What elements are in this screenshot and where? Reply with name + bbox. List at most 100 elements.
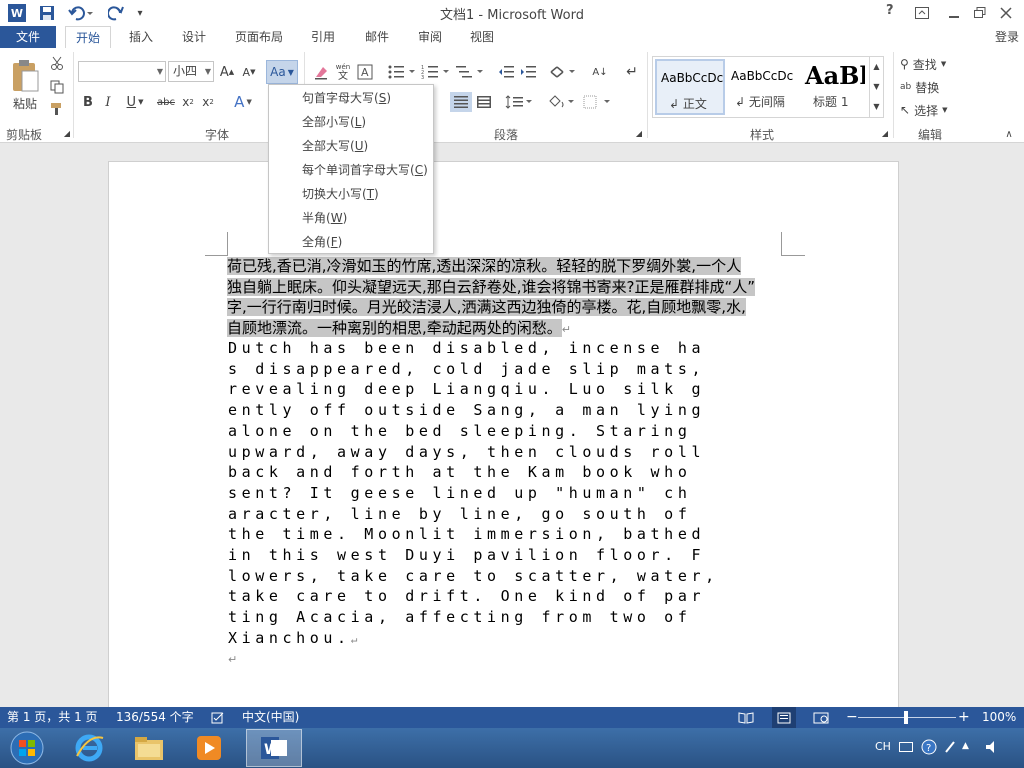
phonetic-guide-icon[interactable]: wén 文 [332,60,354,84]
menu-item-lowercase[interactable]: 全部小写(L) [269,110,433,134]
show-hidden-icons[interactable]: ▲ [962,741,969,751]
chinese-layout-icon[interactable] [548,62,578,82]
zoom-in-button[interactable]: + [958,707,970,728]
text-line: Xianchou. [228,628,351,647]
keyboard-icon[interactable] [898,739,914,755]
document-page[interactable]: 荷已残,香已消,冷滑如玉的竹席,透出深深的凉秋。轻轻的脱下罗绸外裳,一个人 独自… [108,161,899,721]
line-spacing-icon[interactable] [504,92,534,112]
help-button[interactable]: ? [886,3,900,18]
tab-mailings[interactable]: 邮件 [354,26,400,48]
tab-review[interactable]: 审阅 [408,26,452,48]
word-taskbar-icon[interactable]: W [246,729,302,767]
restore-icon[interactable] [970,4,990,22]
sort-icon[interactable]: A↓ [590,62,610,82]
input-language[interactable]: CH [875,740,891,753]
text-effects-icon[interactable]: A ▼ [228,93,258,111]
page-count[interactable]: 第 1 页，共 1 页 [7,707,98,728]
style-heading-1[interactable]: AaBl 标题 1 [803,59,865,115]
select-button[interactable]: ↖ 选择 ▼ [900,100,962,120]
login-link[interactable]: 登录 [995,26,1019,48]
start-button[interactable] [2,728,52,768]
chevron-down-icon[interactable]: ▼ [870,77,883,97]
tab-page-layout[interactable]: 页面布局 [226,26,292,48]
tab-view[interactable]: 视图 [460,26,504,48]
close-icon[interactable] [996,4,1016,22]
replace-button[interactable]: ab 替换 [900,77,962,97]
character-border-icon[interactable]: A [356,62,374,82]
clear-formatting-icon[interactable] [312,62,330,82]
print-layout-icon[interactable] [772,707,796,728]
cut-icon[interactable] [48,54,66,72]
redo-icon[interactable] [106,3,126,23]
style-normal[interactable]: AaBbCcDc ↲ 正文 [655,59,725,115]
borders-icon[interactable] [582,92,612,112]
menu-item-sentence-case[interactable]: 句首字母大写(S) [269,86,433,110]
distributed-icon[interactable] [474,92,494,112]
word-count[interactable]: 136/554 个字 [116,707,194,728]
bullets-icon[interactable] [386,62,418,82]
minimize-icon[interactable] [944,4,964,22]
strikethrough-icon[interactable]: abc [156,93,176,111]
menu-item-capitalize-each-word[interactable]: 每个单词首字母大写(C) [269,158,433,182]
format-painter-icon[interactable] [48,100,66,118]
paste-button[interactable]: 粘贴 [6,54,44,116]
web-layout-icon[interactable] [812,707,830,728]
menu-item-full-width[interactable]: 全角(F) [269,230,433,254]
english-paragraph[interactable]: Dutch has been disabled, incense ha s di… [228,338,788,666]
justify-icon[interactable] [450,92,472,112]
word-logo-icon[interactable]: W [8,4,26,22]
bold-icon[interactable]: B [80,93,96,111]
numbering-icon[interactable]: 123 [420,62,452,82]
menu-item-uppercase[interactable]: 全部大写(U) [269,134,433,158]
volume-icon[interactable] [984,739,1002,755]
underline-icon[interactable]: U ▼ [122,93,148,111]
read-mode-icon[interactable] [737,707,755,728]
pen-icon[interactable] [942,738,958,756]
undo-icon[interactable] [66,3,96,23]
multilevel-list-icon[interactable] [454,62,486,82]
tab-home[interactable]: 开始 [65,26,111,49]
expand-gallery-icon[interactable]: ▼ [870,97,883,117]
zoom-out-button[interactable]: − [846,707,858,728]
superscript-icon[interactable]: x2 [200,93,216,111]
italic-icon[interactable]: I [100,93,116,111]
paragraph-launcher-icon[interactable]: ◢ [634,128,644,138]
shrink-font-icon[interactable]: A ▼ [240,62,258,82]
style-no-spacing[interactable]: AaBbCcDc ↲ 无间隔 [729,59,799,115]
show-formatting-icon[interactable]: ↵ [622,62,642,82]
help-tray-icon[interactable]: ? [920,738,938,756]
menu-item-toggle-case[interactable]: 切换大小写(T) [269,182,433,206]
ribbon-display-icon[interactable] [912,4,932,22]
file-explorer-icon[interactable] [124,730,174,766]
zoom-slider-thumb[interactable] [904,711,908,724]
proofing-icon[interactable] [210,707,226,728]
font-name-combo[interactable]: ▼ [78,61,166,82]
copy-icon[interactable] [48,78,66,96]
tab-design[interactable]: 设计 [172,26,216,48]
subscript-icon[interactable]: x2 [180,93,196,111]
grow-font-icon[interactable]: A ▲ [218,62,236,82]
shading-icon[interactable] [546,92,576,112]
collapse-ribbon-icon[interactable]: ∧ [1002,128,1016,140]
tab-references[interactable]: 引用 [300,26,346,48]
menu-item-half-width[interactable]: 半角(W) [269,206,433,230]
change-case-button[interactable]: Aa ▼ [266,60,298,84]
styles-launcher-icon[interactable]: ◢ [880,128,890,138]
customize-qat-icon[interactable]: ▾ [134,5,146,21]
media-player-icon[interactable] [184,730,234,766]
font-size-combo[interactable]: 小四 ▼ [168,61,214,82]
clipboard-launcher-icon[interactable]: ◢ [62,128,72,138]
decrease-indent-icon[interactable] [496,62,516,82]
chevron-down-icon: ▼ [156,67,163,76]
find-button[interactable]: ⚲ 查找 ▼ [900,54,962,74]
styles-scroll[interactable]: ▲ ▼ ▼ [869,57,883,117]
chinese-paragraph[interactable]: 荷已残,香已消,冷滑如玉的竹席,透出深深的凉秋。轻轻的脱下罗绸外裳,一个人 独自… [227,256,797,340]
increase-indent-icon[interactable] [518,62,538,82]
tab-insert[interactable]: 插入 [120,26,162,48]
internet-explorer-icon[interactable] [64,730,114,766]
zoom-level[interactable]: 100% [982,707,1016,728]
language-indicator[interactable]: 中文(中国) [242,707,299,728]
chevron-up-icon[interactable]: ▲ [870,57,883,77]
save-icon[interactable] [38,4,56,22]
file-tab[interactable]: 文件 [0,26,56,48]
